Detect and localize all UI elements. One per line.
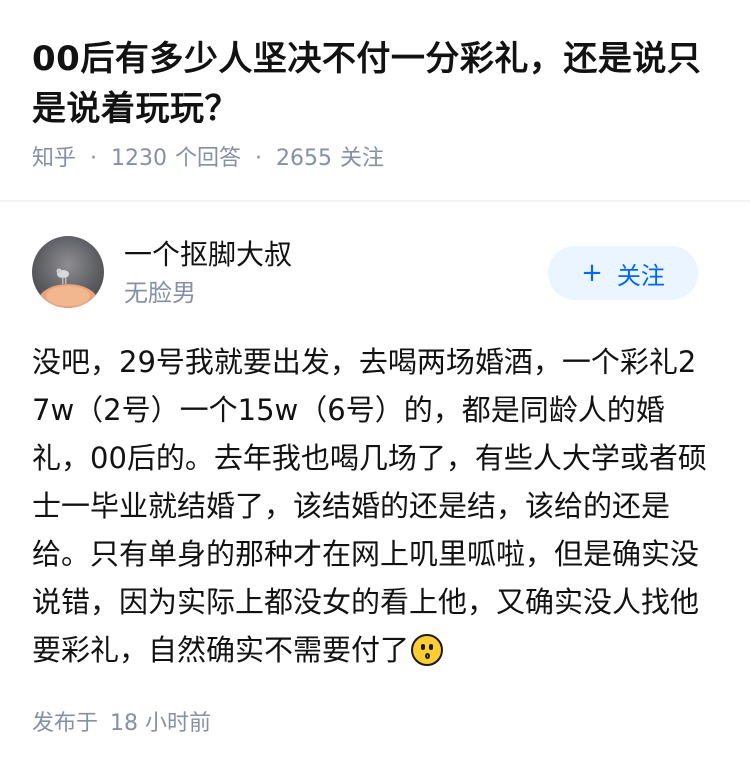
answers-label: 个回答 <box>175 146 242 171</box>
answers-count: 1230 <box>111 146 168 171</box>
author-name[interactable]: 一个抠脚大叔 <box>124 236 292 274</box>
author-bio: 无脸男 <box>124 279 196 307</box>
publish-info: 发布于 18 小时前 <box>32 708 211 740</box>
question-title[interactable]: 00后有多少人坚决不付一分彩礼，还是说只是说着玩玩？ <box>32 34 722 134</box>
hushed-face-icon <box>411 634 444 666</box>
question-header: 00后有多少人坚决不付一分彩礼，还是说只是说着玩玩？ <box>32 34 722 134</box>
published-label: 发布于 <box>32 711 99 736</box>
published-time: 18 小时前 <box>110 711 212 736</box>
follows-count: 2655 <box>276 146 333 171</box>
meta-separator: · <box>255 146 263 171</box>
answer-text: 没吧，29号我就要出发，去喝两场婚酒，一个彩礼27w（2号）一个15w（6号）的… <box>32 345 707 667</box>
answer-body[interactable]: 没吧，29号我就要出发，去喝两场婚酒，一个彩礼27w（2号）一个15w（6号）的… <box>32 338 712 674</box>
avatar-photo-icon <box>38 268 98 308</box>
plus-icon: + <box>581 258 603 288</box>
meta-separator: · <box>90 146 98 171</box>
follows-label: 关注 <box>340 146 385 171</box>
author-avatar[interactable] <box>32 236 104 308</box>
follow-button-label: 关注 <box>616 261 665 290</box>
section-divider <box>0 200 750 202</box>
source-label: 知乎 <box>32 146 77 171</box>
question-meta: 知乎 · 1230 个回答 · 2655 关注 <box>32 143 384 175</box>
follow-button[interactable]: + 关注 <box>548 246 698 300</box>
